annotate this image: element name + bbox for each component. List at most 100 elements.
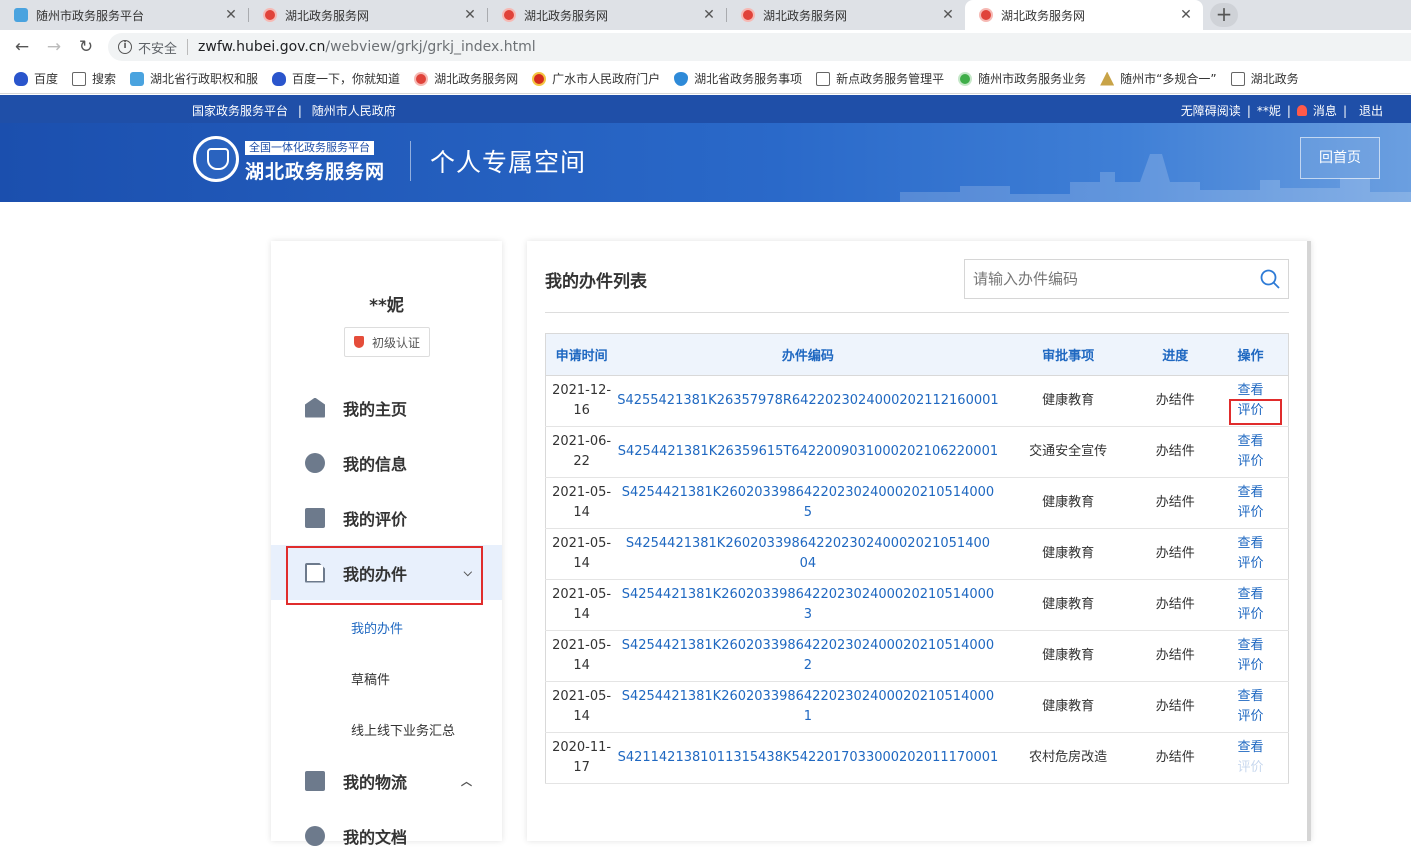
column-header: 审批事项 (998, 333, 1138, 376)
rate-link[interactable]: 评价 (1213, 656, 1288, 676)
close-icon[interactable]: ✕ (224, 7, 238, 23)
cell-case-code[interactable]: S4254421381K2602033986422023024000202105… (617, 528, 999, 580)
view-link[interactable]: 查看 (1213, 483, 1288, 503)
cell-date: 2021-12-16 (545, 375, 618, 427)
view-link[interactable]: 查看 (1213, 687, 1288, 707)
column-header: 办件编码 (617, 333, 999, 376)
tab-title: 随州市政务服务平台 (36, 8, 145, 23)
chevron-up-icon: ︿ (461, 774, 472, 788)
logo-name[interactable]: 湖北政务服务网 (245, 157, 385, 184)
close-icon[interactable]: ✕ (1179, 7, 1193, 23)
browser-tab[interactable]: 湖北政务服务网 ✕ (727, 0, 965, 30)
bookmark[interactable]: 搜索 (72, 70, 116, 87)
cell-item: 健康教育 (998, 528, 1138, 580)
column-header: 操作 (1213, 333, 1289, 376)
bookmark[interactable]: 随州市政务服务业务 (958, 70, 1086, 87)
reload-icon[interactable]: ↻ (74, 35, 98, 59)
separator: | (297, 104, 302, 118)
separator: | (1286, 103, 1291, 118)
view-link[interactable]: 查看 (1213, 432, 1288, 452)
bookmark[interactable]: 随州市“多规合一” (1100, 70, 1217, 87)
page-icon (816, 71, 831, 86)
sidebar-item-documents[interactable]: 我的文档 (271, 808, 502, 863)
seal-icon (414, 71, 429, 86)
auth-level-badge[interactable]: 初级认证 (344, 327, 430, 357)
cell-actions: 查看 评价 (1213, 426, 1289, 478)
sidebar-item-logistics[interactable]: 我的物流 ︿ (271, 753, 502, 808)
bookmark[interactable]: 广水市人民政府门户 (532, 70, 660, 87)
view-link[interactable]: 查看 (1213, 534, 1288, 554)
sidebar: **妮 初级认证 我的主页 我的信息 我的评价 我的办件 ⌵ 我的办件 草稿件 … (271, 241, 502, 847)
home-icon (305, 397, 325, 418)
sidebar-item-reviews[interactable]: 我的评价 (271, 490, 502, 545)
submenu-item-drafts[interactable]: 草稿件 (351, 669, 390, 688)
username-link[interactable]: **妮 (1257, 102, 1281, 119)
bookmark[interactable]: 湖北政务服务网 (414, 70, 518, 87)
logout-link[interactable]: 退出 (1359, 102, 1383, 119)
bookmark[interactable]: 湖北省政务服务事项 (674, 70, 802, 87)
cell-case-code[interactable]: S4255421381K26357978R6422023024000202112… (617, 375, 999, 427)
sidebar-item-home[interactable]: 我的主页 (271, 380, 502, 435)
info-icon[interactable]: i (118, 40, 132, 54)
submenu-item-my-cases[interactable]: 我的办件 (351, 618, 403, 637)
page-icon (1230, 71, 1245, 86)
cell-item: 健康教育 (998, 477, 1138, 529)
bookmark[interactable]: 百度一下，你就知道 (272, 70, 400, 87)
search-icon[interactable] (1260, 269, 1280, 289)
rate-link[interactable]: 评价 (1213, 554, 1288, 574)
close-icon[interactable]: ✕ (941, 7, 955, 23)
site-logo-icon[interactable] (193, 136, 239, 182)
table-row: 2021-05-14 S4254421381K26020339864220230… (545, 630, 1289, 682)
cell-item: 农村危房改造 (998, 732, 1138, 784)
cell-case-code[interactable]: S4254421381K2602033986422023024000202105… (617, 630, 999, 682)
rate-link[interactable]: 评价 (1213, 605, 1288, 625)
table-row: 2021-05-14 S4254421381K26020339864220230… (545, 477, 1289, 529)
tab-title: 湖北政务服务网 (763, 8, 848, 23)
bookmark[interactable]: 湖北政务 (1230, 70, 1299, 87)
rate-link[interactable]: 评价 (1213, 503, 1288, 523)
cell-case-code[interactable]: S4254421381K2602033986422023024000202105… (617, 681, 999, 733)
cell-case-code[interactable]: S4254421381K2602033986422023024000202105… (617, 477, 999, 529)
back-arrow-icon[interactable]: ← (10, 35, 34, 59)
close-icon[interactable]: ✕ (463, 7, 477, 23)
browser-tab[interactable]: 随州市政务服务平台 ✕ (0, 0, 248, 30)
seal-icon (502, 8, 516, 22)
rate-link[interactable]: 评价 (1213, 707, 1288, 727)
url-field[interactable]: i 不安全 zwfw.hubei.gov.cn/webview/grkj/grk… (108, 33, 1411, 61)
rate-link[interactable]: 评价 (1213, 452, 1288, 472)
browser-tab[interactable]: 湖北政务服务网 ✕ (488, 0, 726, 30)
view-link[interactable]: 查看 (1213, 636, 1288, 656)
link-national-platform[interactable]: 国家政务服务平台 (192, 104, 288, 118)
view-link[interactable]: 查看 (1213, 738, 1288, 758)
search-input[interactable] (965, 260, 1250, 298)
cell-status: 办结件 (1137, 630, 1214, 682)
tab-title: 湖北政务服务网 (524, 8, 609, 23)
cell-case-code[interactable]: S4254421381K26359615T6422009031000202106… (617, 426, 999, 478)
browser-tab-active[interactable]: 湖北政务服务网 ✕ (965, 0, 1203, 30)
link-suizhou-gov[interactable]: 随州市人民政府 (312, 104, 396, 118)
close-icon[interactable]: ✕ (702, 7, 716, 23)
bookmark[interactable]: 湖北省行政职权和服 (130, 70, 258, 87)
bookmark[interactable]: 百度 (14, 70, 58, 87)
cell-case-code[interactable]: S4254421381K2602033986422023024000202105… (617, 579, 999, 631)
table-row: 2021-06-22 S4254421381K26359615T64220090… (545, 426, 1289, 478)
messages-link[interactable]: 消息 (1313, 102, 1337, 119)
panel-title: 我的办件列表 (545, 272, 647, 292)
home-button[interactable]: 回首页 (1300, 137, 1380, 179)
view-link[interactable]: 查看 (1213, 381, 1288, 401)
table-row: 2021-05-14 S4254421381K26020339864220230… (545, 528, 1289, 580)
submenu-item-summary[interactable]: 线上线下业务汇总 (351, 720, 455, 739)
bookmark[interactable]: 新点政务服务管理平 (816, 70, 944, 87)
sidebar-item-info[interactable]: 我的信息 (271, 435, 502, 490)
insecure-label: 不安全 (138, 41, 178, 57)
browser-tab[interactable]: 湖北政务服务网 ✕ (249, 0, 487, 30)
new-tab-button[interactable]: + (1210, 3, 1238, 27)
forward-arrow-icon[interactable]: → (42, 35, 66, 59)
view-link[interactable]: 查看 (1213, 585, 1288, 605)
accessibility-link[interactable]: 无障碍阅读 (1181, 102, 1241, 119)
mountain-icon (1100, 71, 1115, 86)
tab-title: 湖北政务服务网 (1001, 8, 1086, 23)
cell-case-code[interactable]: S4211421381011315438K5422017033000202011… (617, 732, 999, 784)
bell-icon[interactable] (1296, 105, 1307, 116)
highlight-box (1229, 399, 1282, 425)
